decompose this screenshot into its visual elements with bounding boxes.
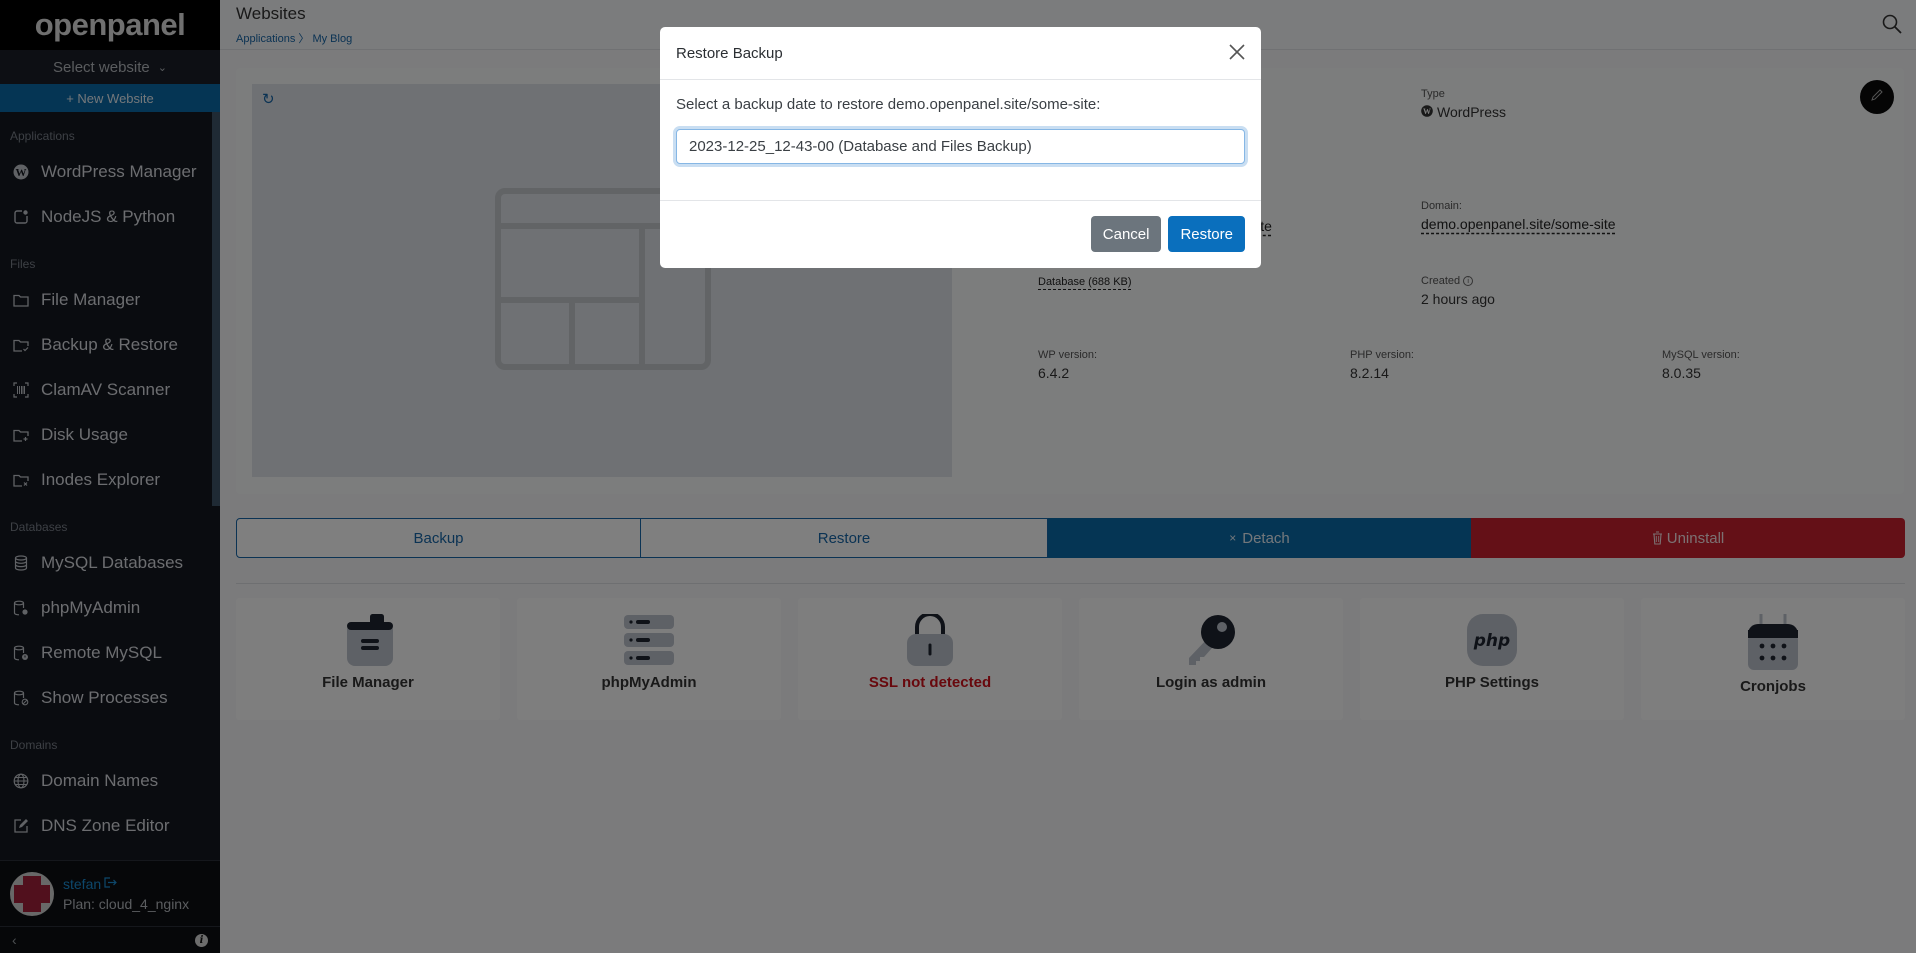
modal-header: Restore Backup (660, 27, 1261, 80)
backup-prompt: Select a backup date to restore demo.ope… (676, 96, 1101, 113)
backup-date-select[interactable]: 2023-12-25_12-43-00 (Database and Files … (676, 129, 1245, 164)
restore-backup-modal: Restore Backup Select a backup date to r… (660, 27, 1261, 268)
modal-body: Select a backup date to restore demo.ope… (660, 80, 1261, 201)
close-icon[interactable] (1229, 42, 1245, 64)
modal-title: Restore Backup (676, 44, 783, 62)
modal-footer: Cancel Restore (660, 201, 1261, 267)
backup-date-selected: 2023-12-25_12-43-00 (Database and Files … (689, 138, 1032, 155)
cancel-button[interactable]: Cancel (1090, 216, 1162, 252)
restore-confirm-button[interactable]: Restore (1168, 216, 1245, 252)
